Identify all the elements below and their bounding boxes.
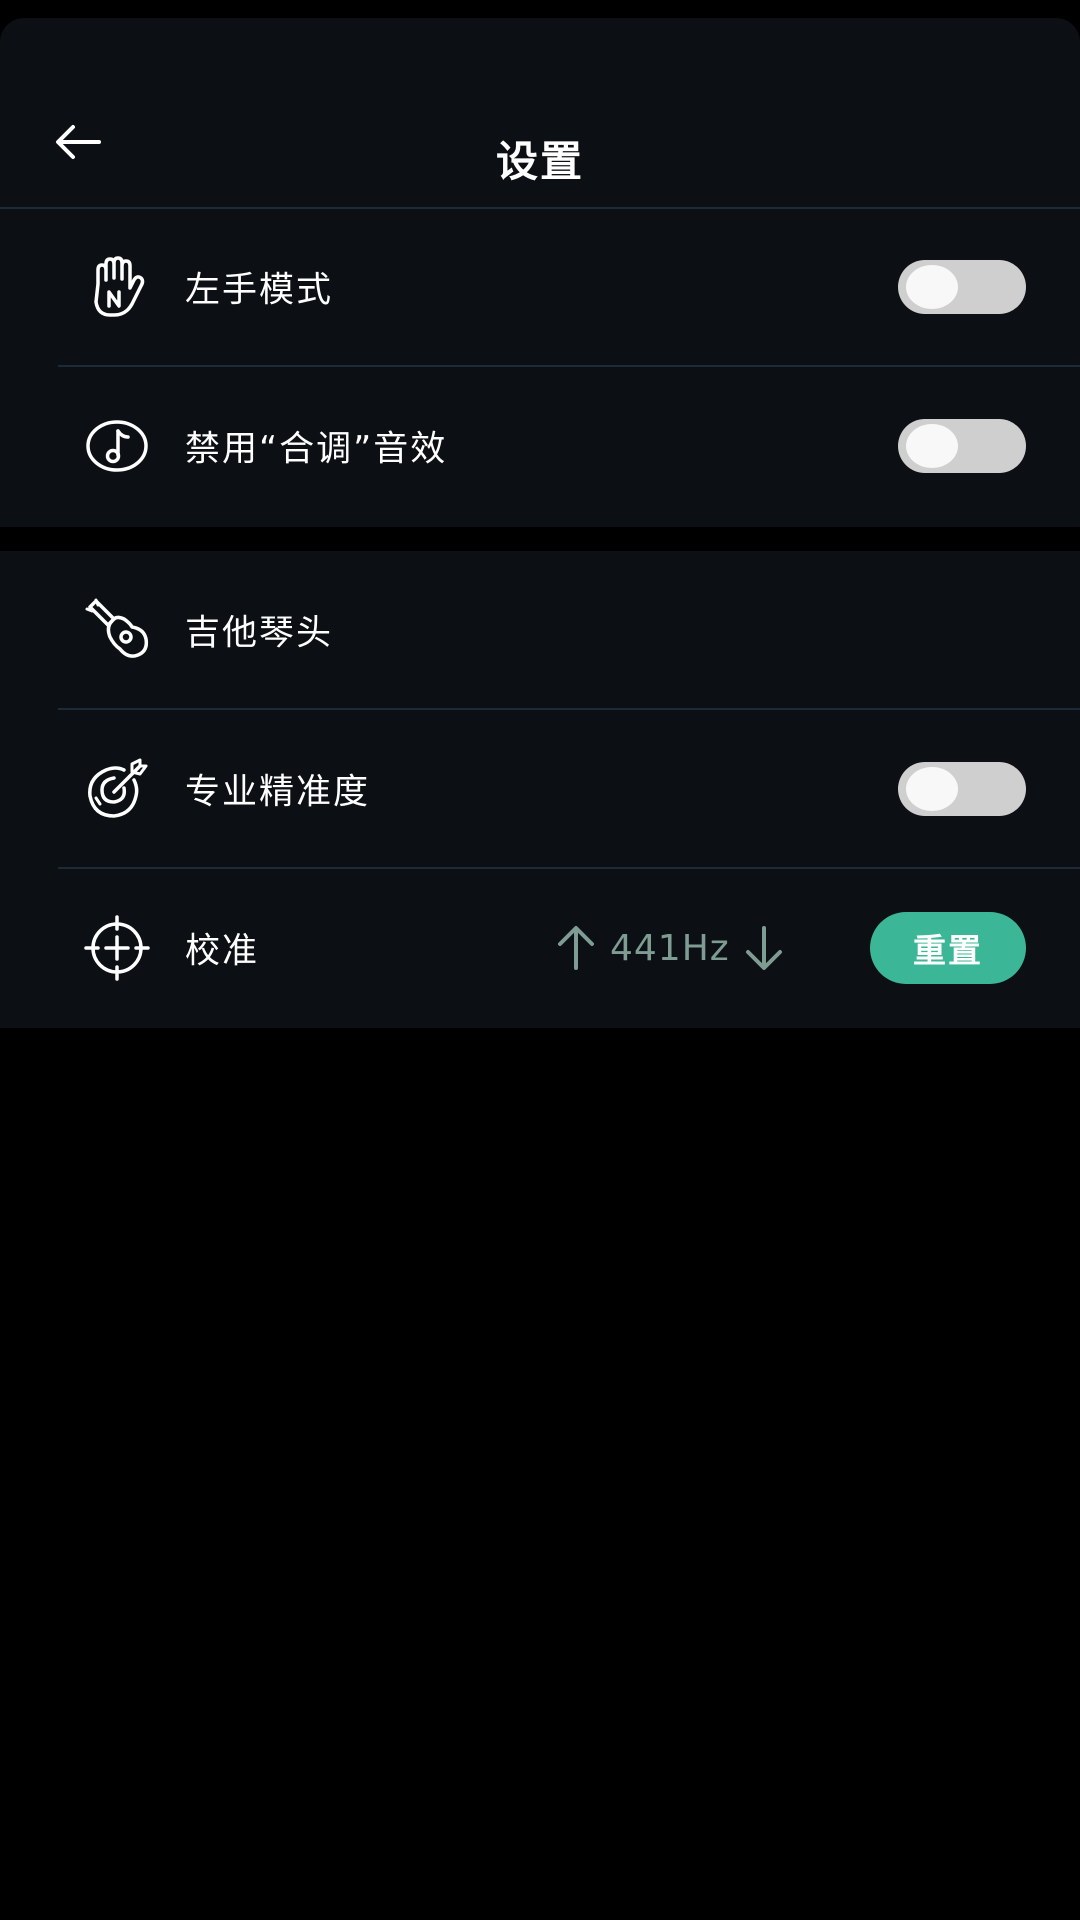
setting-label: 专业精准度 [185,772,371,813]
setting-row-left-hand: 左手模式 [0,208,1080,366]
toggle-knob [906,424,958,468]
left-hand-toggle[interactable] [898,260,1026,314]
reset-button[interactable]: 重置 [870,912,1026,984]
disable-sound-toggle[interactable] [898,419,1026,473]
setting-row-pro-precision: 专业精准度 [0,710,1080,868]
group-separator [0,527,1080,551]
setting-row-disable-sound: 禁用“合调”音效 [0,367,1080,525]
crosshair-icon [84,915,150,981]
header-bar: 设置 [0,18,1080,209]
setting-row-headstock[interactable]: 吉他琴头 [0,551,1080,709]
setting-label: 禁用“合调”音效 [185,429,448,470]
increase-button[interactable] [552,920,600,976]
decrease-button[interactable] [740,920,788,976]
setting-label: 校准 [185,931,260,972]
target-icon [84,756,150,822]
setting-row-calibration: 校准 441Hz 重置 [0,869,1080,1027]
music-note-icon [84,413,150,479]
arrow-up-icon [558,926,594,970]
arrow-down-icon [745,926,782,970]
page-title: 设置 [495,137,584,186]
toggle-knob [906,767,958,811]
hand-icon [84,254,150,320]
setting-label: 左手模式 [185,270,334,311]
pro-precision-toggle[interactable] [898,762,1026,816]
toggle-knob [906,265,958,309]
setting-label: 吉他琴头 [185,613,334,654]
guitar-icon [84,597,150,663]
calibration-control: 441Hz [552,918,788,978]
calibration-value: 441Hz [610,927,730,969]
